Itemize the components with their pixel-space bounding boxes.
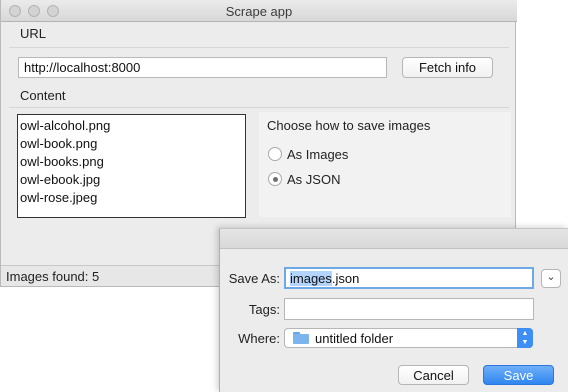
select-stepper-icon: ▲ ▼ bbox=[517, 328, 533, 348]
tags-input[interactable] bbox=[284, 298, 534, 320]
filename-selected-text: images bbox=[290, 271, 332, 286]
where-label: Where: bbox=[238, 331, 280, 346]
list-item[interactable]: owl-alcohol.png bbox=[20, 117, 243, 135]
list-item[interactable]: owl-rose.jpeg bbox=[20, 189, 243, 207]
radio-label: As JSON bbox=[287, 171, 341, 187]
save-options-heading: Choose how to save images bbox=[267, 118, 431, 133]
title-bar: Scrape app bbox=[1, 0, 517, 22]
list-item[interactable]: owl-ebook.jpg bbox=[20, 171, 243, 189]
save-dialog-header bbox=[220, 229, 568, 249]
save-options-panel: Choose how to save images As Images As J… bbox=[259, 112, 511, 217]
radio-button-selected[interactable] bbox=[268, 172, 282, 186]
radio-button[interactable] bbox=[268, 147, 282, 161]
filename-input[interactable]: images.json bbox=[284, 267, 534, 289]
file-list[interactable]: owl-alcohol.png owl-book.png owl-books.p… bbox=[17, 114, 246, 218]
chevron-down-icon: ⌄ bbox=[546, 271, 556, 283]
fetch-info-button[interactable]: Fetch info bbox=[402, 57, 493, 78]
url-input[interactable] bbox=[18, 57, 387, 78]
radio-as-images[interactable]: As Images bbox=[268, 145, 348, 163]
where-select[interactable]: untitled folder ▲ ▼ bbox=[284, 328, 533, 348]
content-section-label: Content bbox=[20, 88, 66, 103]
radio-as-json[interactable]: As JSON bbox=[268, 170, 340, 188]
content-divider bbox=[9, 107, 509, 108]
filename-extension: .json bbox=[331, 271, 360, 286]
url-section-label: URL bbox=[20, 26, 47, 41]
save-dialog: Save As: images.json ⌄ Tags: Where: unti… bbox=[219, 228, 568, 392]
status-text: Images found: 5 bbox=[6, 269, 100, 284]
url-divider bbox=[9, 47, 509, 48]
cancel-button[interactable]: Cancel bbox=[398, 365, 469, 385]
where-value: untitled folder bbox=[315, 330, 394, 346]
save-as-label: Save As: bbox=[228, 271, 280, 286]
radio-label: As Images bbox=[287, 146, 349, 162]
list-item[interactable]: owl-book.png bbox=[20, 135, 243, 153]
folder-icon bbox=[293, 332, 309, 344]
expand-dialog-button[interactable]: ⌄ bbox=[541, 269, 561, 288]
save-button[interactable]: Save bbox=[483, 365, 554, 385]
list-item[interactable]: owl-books.png bbox=[20, 153, 243, 171]
window-title: Scrape app bbox=[225, 4, 293, 19]
tags-label: Tags: bbox=[248, 302, 280, 317]
